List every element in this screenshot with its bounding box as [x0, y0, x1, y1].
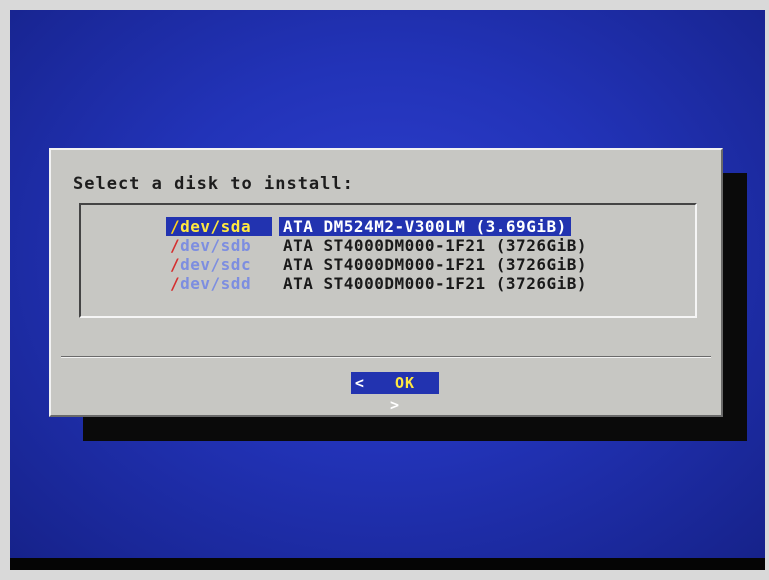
disk-option-sda[interactable]: /dev/sda ATA DM524M2-V300LM (3.69GiB): [166, 217, 626, 236]
ok-button-label: OK: [395, 374, 416, 392]
disk-description: ATA ST4000DM000-1F21 (3726GiB): [283, 255, 587, 274]
disk-description: ATA ST4000DM000-1F21 (3726GiB): [283, 236, 587, 255]
ok-button-left-bracket: <: [354, 374, 365, 392]
disk-device: /dev/sdb: [166, 236, 272, 255]
device-path: dev/sdd: [180, 274, 252, 293]
device-slash: /: [170, 274, 181, 293]
ok-button-right-bracket: >: [389, 396, 401, 414]
disk-option-sdd[interactable]: /dev/sdd ATA ST4000DM000-1F21 (3726GiB): [166, 274, 626, 293]
device-path: dev/sda: [180, 217, 252, 236]
disk-device: /dev/sdd: [166, 274, 272, 293]
installer-screen: Select a disk to install: /dev/sda ATA D…: [10, 10, 765, 558]
device-path: dev/sdb: [180, 236, 252, 255]
disk-description: ATA ST4000DM000-1F21 (3726GiB): [283, 274, 587, 293]
ok-button[interactable]: < OK >: [351, 372, 439, 414]
disk-list: /dev/sda ATA DM524M2-V300LM (3.69GiB) /d…: [79, 203, 697, 318]
disk-device: /dev/sda: [166, 217, 272, 236]
dialog-divider: [61, 356, 711, 358]
disk-description: ATA DM524M2-V300LM (3.69GiB): [279, 217, 571, 236]
disk-select-dialog: Select a disk to install: /dev/sda ATA D…: [49, 148, 723, 417]
device-slash: /: [170, 255, 181, 274]
disk-device: /dev/sdc: [166, 255, 272, 274]
device-slash: /: [170, 217, 181, 236]
disk-option-sdc[interactable]: /dev/sdc ATA ST4000DM000-1F21 (3726GiB): [166, 255, 626, 274]
dialog-prompt: Select a disk to install:: [73, 174, 354, 194]
device-slash: /: [170, 236, 181, 255]
monitor-bezel: [10, 558, 765, 570]
monitor-frame: Select a disk to install: /dev/sda ATA D…: [10, 10, 765, 570]
disk-option-sdb[interactable]: /dev/sdb ATA ST4000DM000-1F21 (3726GiB): [166, 236, 626, 255]
device-path: dev/sdc: [180, 255, 252, 274]
